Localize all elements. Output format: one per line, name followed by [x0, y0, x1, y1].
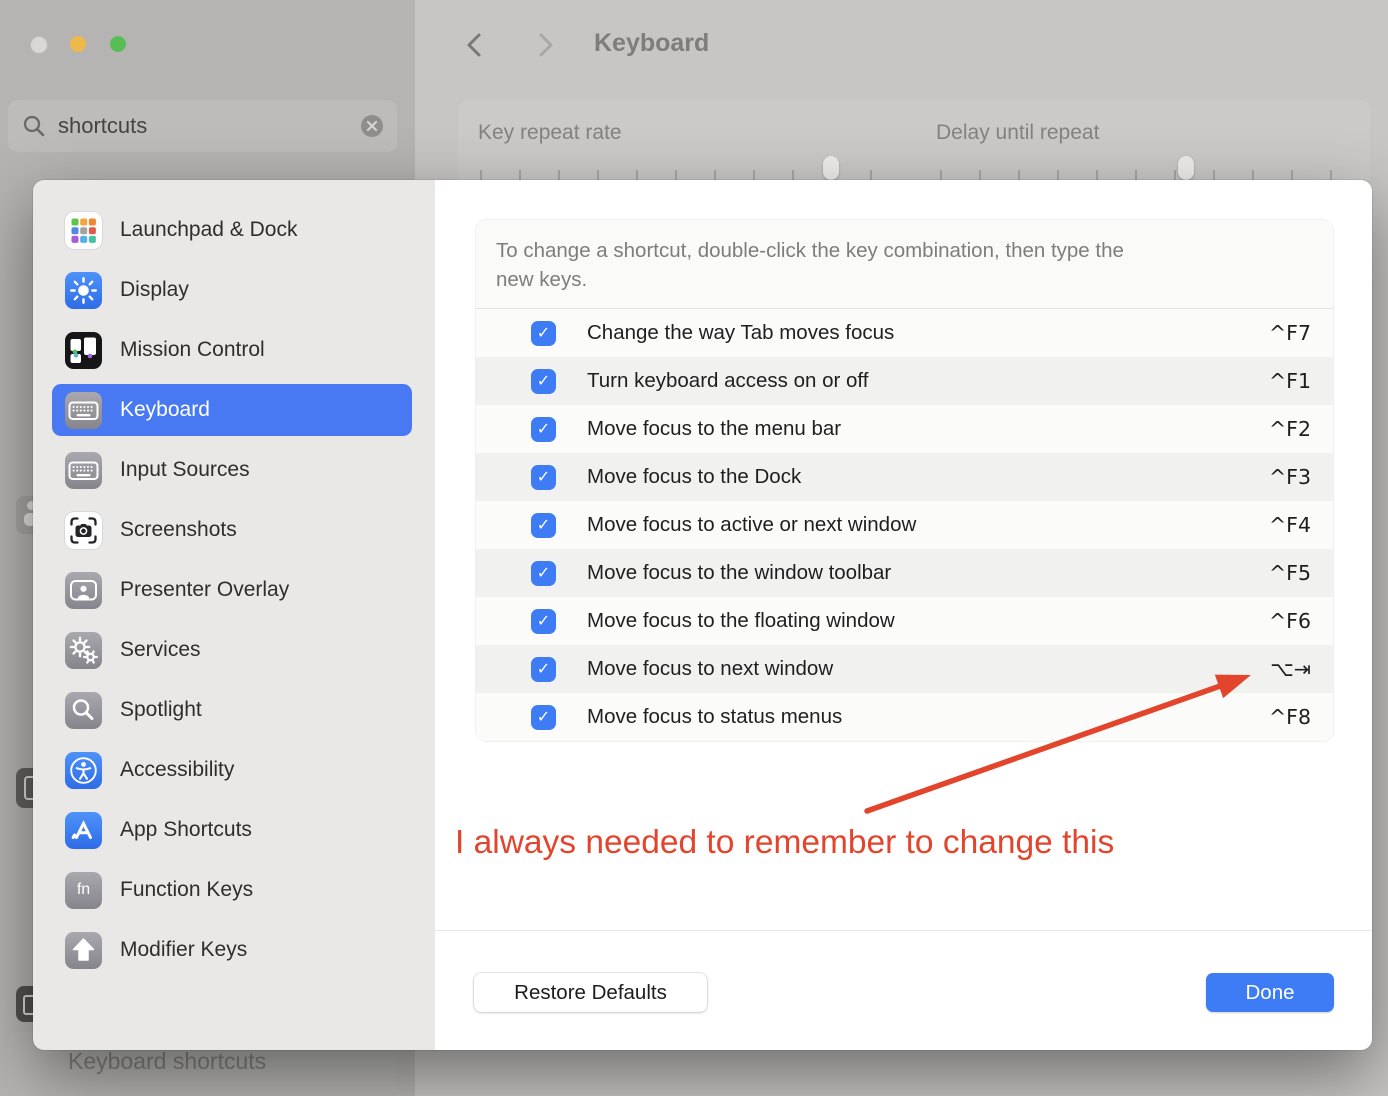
- shortcuts-card: To change a shortcut, double-click the k…: [476, 220, 1333, 741]
- check-icon: ✓: [537, 709, 550, 725]
- search-icon: [22, 114, 46, 143]
- shortcut-row[interactable]: ✓ Move focus to status menus ^F8: [476, 693, 1333, 741]
- sidebar-item[interactable]: Modifier Keys: [52, 924, 412, 976]
- function-keys-icon: fn: [65, 872, 102, 909]
- keyboard-icon: [65, 392, 102, 429]
- sidebar-item[interactable]: Mission Control: [52, 324, 412, 376]
- input-sources-icon: [65, 452, 102, 489]
- shortcut-row[interactable]: ✓ Move focus to the Dock ^F3: [476, 453, 1333, 501]
- shortcut-keys[interactable]: ^F8: [1269, 705, 1311, 729]
- checkbox[interactable]: ✓: [531, 417, 556, 442]
- delay-slider-thumb[interactable]: [1178, 156, 1194, 180]
- sidebar-item[interactable]: Spotlight: [52, 684, 412, 736]
- shortcut-row[interactable]: ✓ Move focus to active or next window ^F…: [476, 501, 1333, 549]
- shortcut-label: Move focus to the menu bar: [587, 417, 841, 441]
- minimize-button[interactable]: [70, 36, 86, 52]
- sidebar-item[interactable]: Accessibility: [52, 744, 412, 796]
- shortcut-label: Move focus to status menus: [587, 705, 842, 729]
- screenshots-icon: [65, 512, 102, 549]
- mission-control-icon: [65, 332, 102, 369]
- key-repeat-slider-thumb[interactable]: [823, 156, 839, 180]
- sidebar-item[interactable]: Screenshots: [52, 504, 412, 556]
- sidebar-item[interactable]: Input Sources: [52, 444, 412, 496]
- shortcut-keys[interactable]: ^F2: [1269, 417, 1311, 441]
- search-input[interactable]: shortcuts: [8, 100, 397, 152]
- sidebar-item[interactable]: Keyboard: [52, 384, 412, 436]
- sidebar-item[interactable]: Services: [52, 624, 412, 676]
- checkbox[interactable]: ✓: [531, 657, 556, 682]
- shortcut-row[interactable]: ✓ Move focus to the floating window ^F6: [476, 597, 1333, 645]
- footer-divider: [435, 930, 1372, 931]
- delay-slider-ticks: [940, 170, 1332, 180]
- shortcut-keys[interactable]: ^F1: [1269, 369, 1311, 393]
- shortcut-keys[interactable]: ^F7: [1269, 321, 1311, 345]
- shortcut-row[interactable]: ✓ Change the way Tab moves focus ^F7: [476, 309, 1333, 357]
- check-icon: ✓: [537, 469, 550, 485]
- keyboard-shortcuts-dialog: Launchpad & Dock Display Mission Control…: [33, 180, 1372, 1050]
- annotation-text: I always needed to remember to change th…: [455, 824, 1114, 862]
- shortcut-row[interactable]: ✓ Move focus to the menu bar ^F2: [476, 405, 1333, 453]
- restore-defaults-button[interactable]: Restore Defaults: [474, 973, 707, 1012]
- shortcut-keys[interactable]: ^F3: [1269, 465, 1311, 489]
- shortcuts-category-sidebar: Launchpad & Dock Display Mission Control…: [33, 180, 435, 1050]
- check-icon: ✓: [537, 517, 550, 533]
- shortcut-label: Move focus to next window: [587, 657, 833, 681]
- key-repeat-card: Key repeat rate Delay until repeat: [458, 100, 1370, 180]
- shortcut-label: Move focus to the floating window: [587, 609, 895, 633]
- check-icon: ✓: [537, 325, 550, 341]
- services-icon: [65, 632, 102, 669]
- shortcut-keys[interactable]: ⌥⇥: [1270, 657, 1311, 681]
- check-icon: ✓: [537, 565, 550, 581]
- display-icon: [65, 272, 102, 309]
- key-repeat-slider-ticks: [480, 170, 872, 180]
- page-title: Keyboard: [594, 29, 709, 58]
- key-repeat-label: Key repeat rate: [478, 121, 622, 145]
- presenter-overlay-icon: [65, 572, 102, 609]
- clear-search-icon[interactable]: [361, 115, 383, 137]
- checkbox[interactable]: ✓: [531, 465, 556, 490]
- done-button[interactable]: Done: [1206, 973, 1334, 1012]
- shortcut-label: Move focus to active or next window: [587, 513, 916, 537]
- sidebar-item[interactable]: App Shortcuts: [52, 804, 412, 856]
- shortcut-row[interactable]: ✓ Move focus to next window ⌥⇥: [476, 645, 1333, 693]
- spotlight-icon: [65, 692, 102, 729]
- shortcuts-panel: To change a shortcut, double-click the k…: [435, 180, 1372, 1050]
- sidebar-item[interactable]: Presenter Overlay: [52, 564, 412, 616]
- sidebar-item[interactable]: Launchpad & Dock: [52, 204, 412, 256]
- sidebar-item[interactable]: fn Function Keys: [52, 864, 412, 916]
- zoom-button[interactable]: [110, 36, 126, 52]
- shortcut-keys[interactable]: ^F5: [1269, 561, 1311, 585]
- shortcut-row[interactable]: ✓ Move focus to the window toolbar ^F5: [476, 549, 1333, 597]
- check-icon: ✓: [537, 421, 550, 437]
- modifier-keys-icon: [65, 932, 102, 969]
- accessibility-icon: [65, 752, 102, 789]
- checkbox[interactable]: ✓: [531, 705, 556, 730]
- delay-repeat-label: Delay until repeat: [936, 121, 1099, 145]
- back-chevron-icon[interactable]: [462, 30, 488, 65]
- forward-chevron-icon[interactable]: [532, 30, 558, 65]
- shortcut-keys[interactable]: ^F4: [1269, 513, 1311, 537]
- checkbox[interactable]: ✓: [531, 609, 556, 634]
- checkbox[interactable]: ✓: [531, 321, 556, 346]
- shortcut-label: Change the way Tab moves focus: [587, 321, 894, 345]
- shortcut-list: ✓ Change the way Tab moves focus ^F7 ✓ T…: [476, 309, 1333, 741]
- shortcut-label: Turn keyboard access on or off: [587, 369, 868, 393]
- check-icon: ✓: [537, 661, 550, 677]
- sidebar-item[interactable]: Display: [52, 264, 412, 316]
- shortcut-row[interactable]: ✓ Turn keyboard access on or off ^F1: [476, 357, 1333, 405]
- shortcut-keys[interactable]: ^F6: [1269, 609, 1311, 633]
- check-icon: ✓: [537, 373, 550, 389]
- launchpad-dock-icon: [65, 212, 102, 249]
- check-icon: ✓: [537, 613, 550, 629]
- search-value: shortcuts: [58, 113, 147, 139]
- shortcut-label: Move focus to the window toolbar: [587, 561, 891, 585]
- checkbox[interactable]: ✓: [531, 513, 556, 538]
- shortcut-label: Move focus to the Dock: [587, 465, 801, 489]
- checkbox[interactable]: ✓: [531, 561, 556, 586]
- app-shortcuts-icon: [65, 812, 102, 849]
- close-button[interactable]: [30, 36, 48, 54]
- checkbox[interactable]: ✓: [531, 369, 556, 394]
- instruction-text: To change a shortcut, double-click the k…: [476, 220, 1333, 309]
